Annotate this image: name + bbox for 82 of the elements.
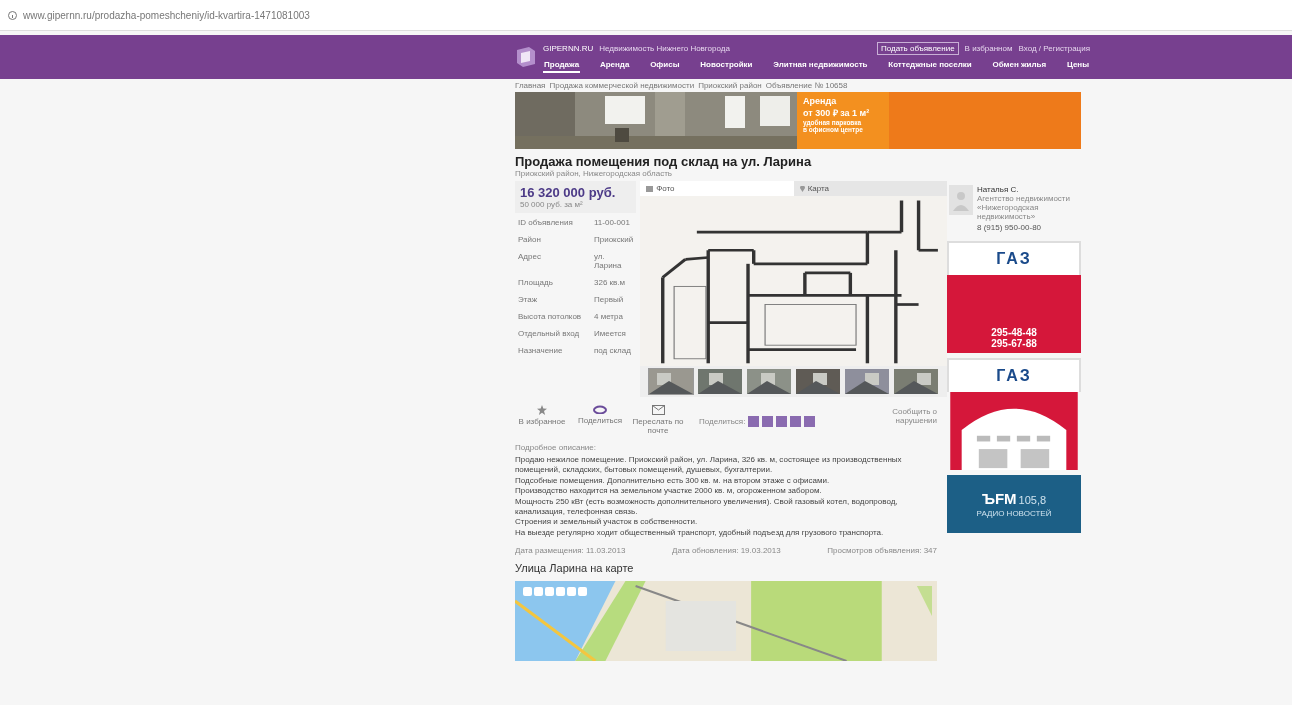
map-heading: Улица Ларина на карте [515,562,635,575]
detail-label: Высота потолков [518,312,583,321]
breadcrumb[interactable]: Объявление № 10658 [765,81,848,90]
detail-label: Адрес [518,252,542,263]
listing-title: Продажа помещения под склад на ул. Ларина [515,154,813,169]
ad-logo: ЪFM [981,490,1017,507]
login-link[interactable]: Вход / Регистрация [1018,43,1090,53]
cloud-icon [593,405,607,414]
banner-text: Аренда [803,96,838,106]
site-name: GIPERNN.RU [543,43,594,53]
description-text: Подсобные помещения. Дополнительно есть 300 кв. м. на втором этаже с офисами. [515,475,831,487]
detail-label: Назначение [518,346,564,355]
star-icon [537,405,547,415]
agent-phone: 8 (915) 950-00-80 [977,223,1043,232]
report-link[interactable]: Сообщить о нарушении [867,407,937,435]
agent-name[interactable]: Наталья С. [977,185,1077,194]
detail-value: 326 кв.м [594,278,627,287]
detail-label: Отдельный вход [518,329,581,338]
detail-label: Этаж [518,295,539,304]
action-button[interactable]: Поделиться [573,405,627,425]
action-button[interactable]: Переслать по почте [631,405,685,435]
breadcrumb[interactable]: Продажа коммерческой недвижимости [549,81,695,90]
updated-date: Дата обновления: 19.03.2013 [671,546,781,556]
banner-text: от 300 ₽ за 1 м² [803,107,871,119]
breadcrumb[interactable]: Приокский район [698,81,762,90]
envelope-icon [651,405,665,415]
gallery-tab[interactable]: Карта [793,181,948,196]
detail-value: Имеется [594,329,627,338]
ad-phone: 295-48-48 [991,327,1037,338]
description-text: На выезде регулярно ходит общественный транспорт, удобный подъезд для грузового транспорта. [515,527,885,539]
description-text: Производство находится на земельном участке 2000 кв. м, огороженном забором. [515,486,823,497]
radio-frequency: 105,8 [1018,494,1047,506]
price-per-meter: 50 000 руб. за м² [520,200,584,209]
ad-slogan: РАДИО НОВОСТЕЙ [976,509,1052,518]
breadcrumb[interactable]: Главная [515,81,546,90]
gallery-tab[interactable]: Фото [640,181,794,196]
nav-item[interactable]: Аренда [598,57,631,73]
info-icon [8,10,17,20]
nav-item[interactable]: Продажа [543,57,581,73]
description-text: Мощность 250 кВт (есть возможность дополнительного увеличения). Свой газовый котел, водопровод, [515,496,899,507]
description-text: Строения и земельный участок в собственности. [515,517,699,528]
social-icon[interactable] [762,415,774,427]
social-icon[interactable] [790,415,802,427]
detail-value: Первый [594,295,625,304]
logo-icon[interactable] [515,46,537,68]
map-pin-icon [799,185,805,192]
description-text: канализация, телефонная связь. [515,506,639,518]
social-icon[interactable] [776,415,788,427]
address-bar-url[interactable]: www.gipernn.ru/prodazha-pomeshcheniy/id-kvartira-1471081003 [23,9,310,21]
view-count: Просмотров объявления: 347 [827,546,937,556]
ad-logo: ГАЗ [996,367,1032,385]
share-label: Поделиться: [699,416,746,426]
posted-date: Дата размещения: 11.03.2013 [515,546,626,556]
listing-subtitle: Приокский район, Нижегородская область [515,169,672,178]
nav-item[interactable]: Офисы [649,57,681,73]
detail-label: Площадь [518,278,554,287]
photo-icon [646,185,654,192]
ad-logo: ГАЗ [996,250,1032,268]
detail-label: Район [518,235,542,244]
detail-label: ID объявления [518,218,574,227]
detail-value: ул. Ларина [594,252,623,270]
ad-phone: 295-67-88 [991,338,1037,349]
radio-ad[interactable]: ЪFM 105,8 РАДИО НОВОСТЕЙ [947,475,1081,533]
description-text: Продаю нежилое помещение. Приокский район, ул. Ларина, 326 кв. м, состоящее из производственных помещений, складских, бытовых помещений, душевых, бухгалтерии. [515,455,903,476]
agency-name: Агентство недвижимости «Нижегородская недвижимость» [977,194,1071,221]
social-icon[interactable] [748,415,760,427]
nav-item[interactable]: Обмен жилья [991,57,1048,73]
social-icon[interactable] [804,415,816,427]
description-heading: Подробное описание: [515,443,597,452]
nav-item[interactable]: Новостройки [699,57,754,73]
detail-value: 4 метра [594,312,624,321]
detail-value: Приокский [594,235,634,244]
detail-value: под склад [594,346,632,355]
tagline: Недвижимость Нижнего Новгорода [599,43,730,53]
post-ad-button[interactable]: Подать объявление [876,41,959,55]
price: 16 320 000 руб. [520,185,617,200]
nav-item[interactable]: Цены [1065,57,1090,73]
action-button[interactable]: В избранное [515,405,569,426]
nav-item[interactable]: Элитная недвижимость [772,57,869,73]
favorites-link[interactable]: В избранном [964,43,1013,53]
nav-item[interactable]: Коттеджные поселки [887,57,973,73]
detail-value: 11-00-001 [594,218,631,227]
